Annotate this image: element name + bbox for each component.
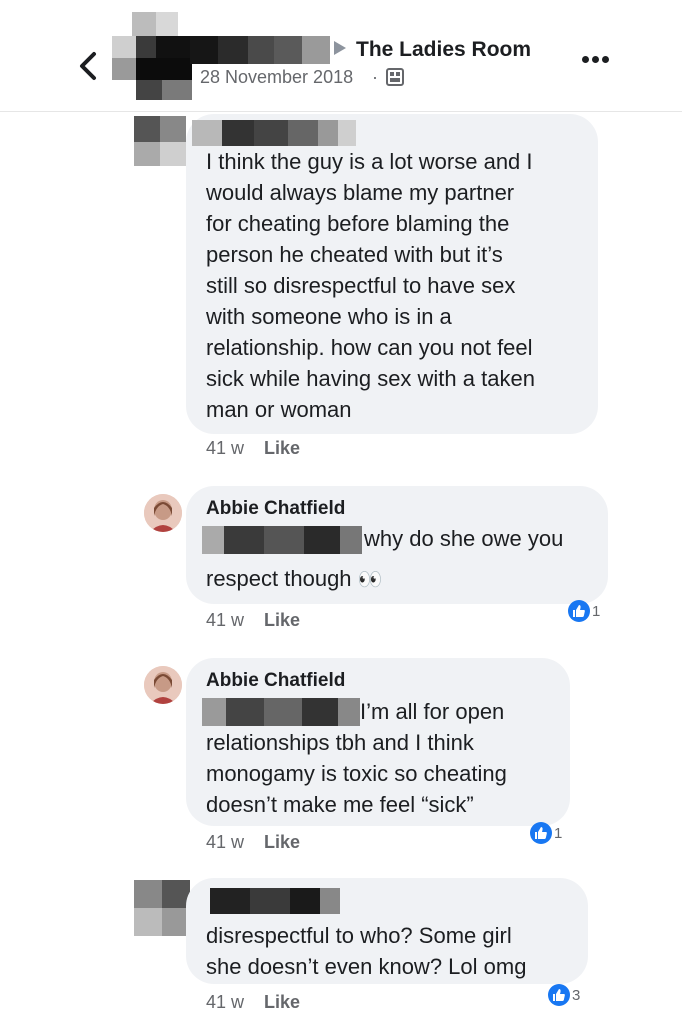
redacted-mention [202,698,360,726]
comment-text-line: for cheating before blaming the [206,211,510,236]
more-options-button[interactable] [582,50,614,70]
like-button[interactable]: Like [264,992,300,1012]
comment-time[interactable]: 41 w [206,438,244,458]
redacted-author-name [210,888,340,914]
like-thumb-icon [548,984,570,1006]
redacted-avatar [134,116,186,166]
comment-time[interactable]: 41 w [206,832,244,852]
avatar[interactable] [144,494,182,532]
group-privacy-icon [386,68,404,86]
comment-text-line: monogamy is toxic so cheating [206,761,507,786]
post-date[interactable]: 28 November 2018 [200,67,353,88]
comment-text-line: she doesn’t even know? Lol omg [206,954,527,979]
like-thumb-icon [530,822,552,844]
comment-author[interactable]: Abbie Chatfield [206,498,345,520]
redacted-avatar [112,12,192,100]
reaction-count[interactable]: 1 [530,822,562,844]
like-thumb-icon [568,600,590,622]
comment-meta: 41 w Like [206,832,300,853]
comment-text-line: doesn’t make me feel “sick” [206,792,474,817]
comment-text-line: I think the guy is a lot worse and I [206,149,533,174]
comment-meta: 41 w Like [206,438,300,459]
avatar[interactable] [144,666,182,704]
date-separator: · [372,67,378,87]
avatar-image [144,666,182,704]
reaction-count[interactable]: 3 [548,984,580,1006]
post-header: The Ladies Room 28 November 2018 · [0,0,682,112]
reaction-count[interactable]: 1 [568,600,600,622]
redacted-mention [202,526,362,554]
redacted-avatar [134,880,190,936]
group-name[interactable]: The Ladies Room [356,38,531,62]
comment-text-line: relationship. how can you not feel [206,335,533,360]
comment-meta: 41 w Like [206,610,300,631]
comment-text-line: person he cheated with but it’s [206,242,503,267]
comment-text-line: man or woman [206,397,352,422]
back-button[interactable] [76,48,100,84]
chevron-left-icon [80,52,96,80]
comment-text-line: disrespectful to who? Some girl [206,923,512,948]
like-button[interactable]: Like [264,438,300,458]
like-button[interactable]: Like [264,610,300,630]
reaction-count-value: 1 [592,602,601,620]
eyes-emoji: 👀 [357,569,383,591]
arrow-right-icon [334,41,346,55]
comment-text-line: with someone who is in a [206,304,452,329]
like-button[interactable]: Like [264,832,300,852]
comment-meta: 41 w Like [206,992,300,1013]
comment-text-line: why do she owe you [364,526,564,551]
reaction-count-value: 3 [572,986,581,1004]
comment-time[interactable]: 41 w [206,992,244,1012]
redacted-author-name [190,36,330,64]
comment-text-line: would always blame my partner [206,180,515,205]
avatar-image [144,494,182,532]
comment-text-line: I’m all for open [360,699,505,724]
comment-text-line: sick while having sex with a taken [206,366,535,391]
comment-text-fragment: respect though [206,566,352,591]
reaction-count-value: 1 [554,824,563,842]
comment-text-line: relationships tbh and I think [206,730,474,755]
comment-text-line: still so disrespectful to have sex [206,273,516,298]
comment-text-line: respect though 👀 [206,563,383,596]
comment-time[interactable]: 41 w [206,610,244,630]
more-dots-icon [582,56,589,63]
redacted-author-name [192,120,356,146]
comment-author[interactable]: Abbie Chatfield [206,670,345,692]
